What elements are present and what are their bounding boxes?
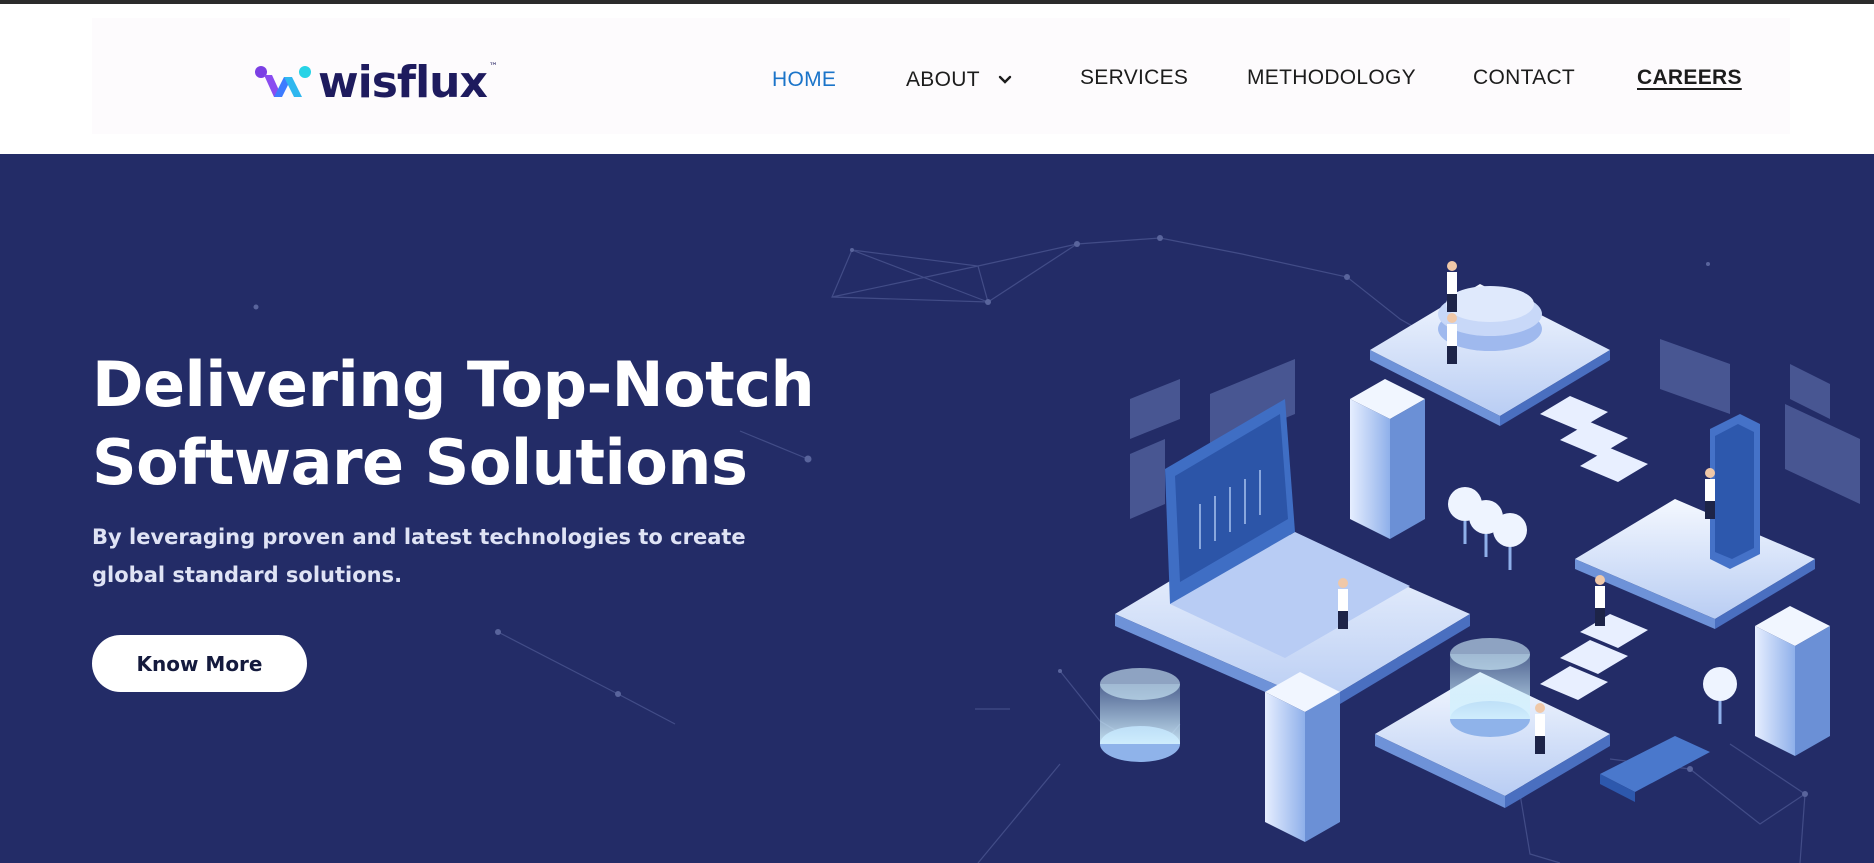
brand-trademark: ™	[488, 62, 498, 72]
hero-subtitle-line-1: By leveraging proven and latest technolo…	[92, 525, 746, 549]
hero-subtitle-line-2: global standard solutions.	[92, 563, 403, 587]
logo-mark-icon	[255, 66, 311, 97]
nav-careers[interactable]: CAREERS	[1637, 66, 1742, 90]
isometric-tech-illustration	[1100, 261, 1860, 842]
hero-subtitle: By leveraging proven and latest technolo…	[92, 518, 772, 594]
brand-logo[interactable]: wisflux ™	[254, 58, 498, 108]
site-header: wisflux ™ HOME ABOUT SERVICES METHODOLOG…	[0, 4, 1874, 154]
know-more-button[interactable]: Know More	[92, 635, 307, 692]
hero-title-line-2: Software Solutions	[92, 426, 748, 499]
nav-methodology[interactable]: METHODOLOGY	[1247, 66, 1416, 90]
nav-about-label: ABOUT	[906, 68, 980, 91]
brand-name: wisflux	[318, 57, 488, 108]
hero-title-line-1: Delivering Top-Notch	[92, 348, 815, 421]
chevron-down-icon	[998, 76, 1011, 85]
hero-title: Delivering Top-Notch Software Solutions	[92, 346, 872, 502]
nav-contact[interactable]: CONTACT	[1473, 66, 1575, 90]
hero-section: Delivering Top-Notch Software Solutions …	[0, 154, 1874, 863]
nav-services[interactable]: SERVICES	[1080, 66, 1188, 90]
nav-home[interactable]: HOME	[772, 68, 836, 92]
nav-about[interactable]: ABOUT	[906, 68, 1012, 92]
